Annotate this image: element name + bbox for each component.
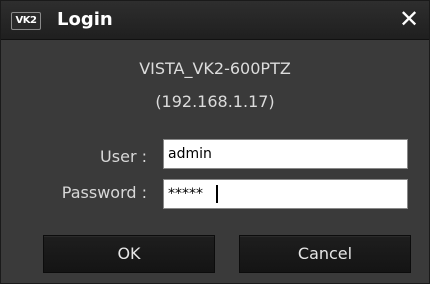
password-label: Password :: [61, 183, 147, 202]
password-input[interactable]: [163, 179, 408, 209]
device-ip: (192.168.1.17): [155, 92, 275, 111]
ok-button[interactable]: OK: [43, 235, 215, 273]
login-dialog: VK2 Login ✕ VISTA_VK2-600PTZ (192.168.1.…: [0, 0, 430, 284]
window-title: Login: [57, 9, 113, 30]
user-input[interactable]: [163, 139, 408, 169]
user-label: User :: [100, 147, 147, 166]
cancel-button[interactable]: Cancel: [239, 235, 411, 273]
title-bar[interactable]: VK2 Login ✕: [1, 1, 429, 40]
close-icon[interactable]: ✕: [397, 5, 421, 33]
text-caret: [216, 185, 218, 203]
app-logo: VK2: [11, 12, 41, 30]
device-name: VISTA_VK2-600PTZ: [139, 59, 291, 78]
